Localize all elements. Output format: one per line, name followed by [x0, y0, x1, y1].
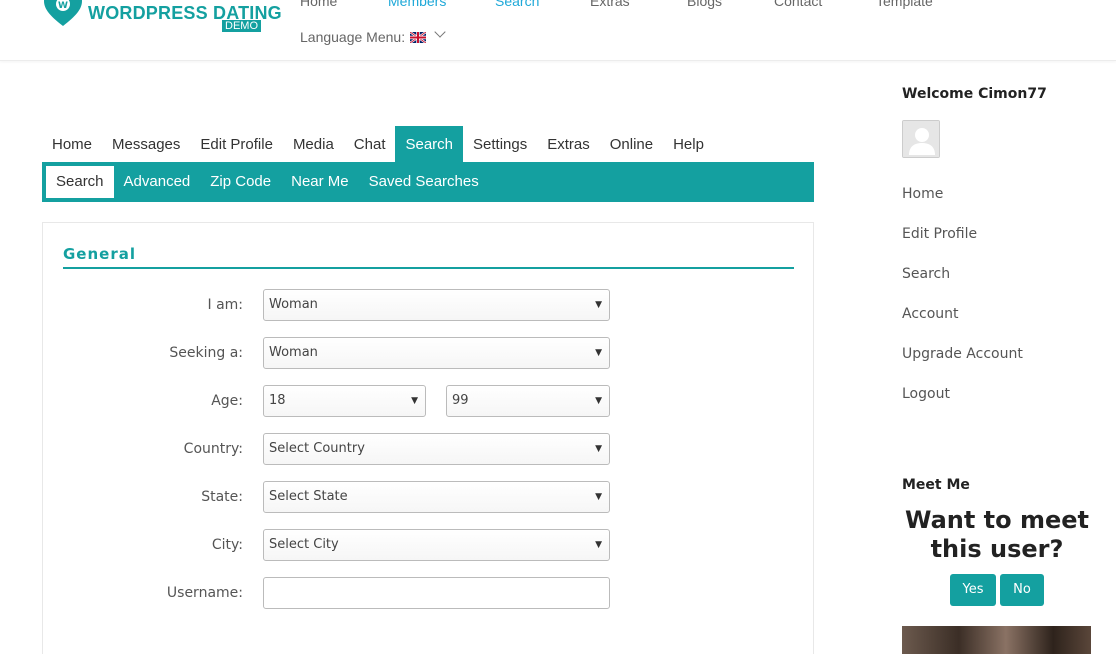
form-row-country: Country: Select Country ▼	[43, 433, 815, 465]
age-max-select[interactable]: 99 ▼	[446, 385, 610, 417]
state-select[interactable]: Select State ▼	[263, 481, 610, 513]
country-select[interactable]: Select Country ▼	[263, 433, 610, 465]
tab-online[interactable]: Online	[600, 126, 663, 162]
dropdown-arrow-icon: ▼	[595, 444, 602, 454]
form-row-seeking: Seeking a: Woman ▼	[43, 337, 815, 369]
yes-button[interactable]: Yes	[950, 574, 996, 606]
language-menu[interactable]: Language Menu:	[300, 26, 446, 45]
form-row-city: City: Select City ▼	[43, 529, 815, 561]
subtab-saved-searches[interactable]: Saved Searches	[359, 166, 489, 198]
username-label: Username:	[166, 585, 243, 601]
topnav-home[interactable]: Home	[300, 0, 337, 9]
sidebar-link-logout[interactable]: Logout	[902, 386, 950, 402]
uk-flag-icon	[410, 31, 427, 43]
sidebar-link-home[interactable]: Home	[902, 186, 943, 202]
tab-chat[interactable]: Chat	[344, 126, 396, 162]
topnav-blogs[interactable]: Blogs	[687, 0, 722, 9]
city-value: Select City	[269, 537, 339, 552]
tab-search[interactable]: Search	[395, 126, 464, 162]
tab-media[interactable]: Media	[283, 126, 344, 162]
form-row-i-am: I am: Woman ▼	[43, 289, 815, 321]
dropdown-arrow-icon: ▼	[411, 396, 418, 406]
no-button[interactable]: No	[1000, 574, 1044, 606]
dropdown-arrow-icon: ▼	[595, 396, 602, 406]
section-title: General	[63, 245, 136, 263]
topnav-extras[interactable]: Extras	[590, 0, 630, 9]
meet-me-question: Want to meet this user?	[904, 506, 1090, 563]
dropdown-arrow-icon: ▼	[595, 348, 602, 358]
username-input[interactable]	[263, 577, 610, 609]
tab-messages[interactable]: Messages	[102, 126, 190, 162]
seeking-value: Woman	[269, 345, 318, 360]
member-tabs: Home Messages Edit Profile Media Chat Se…	[42, 126, 714, 162]
tab-edit-profile[interactable]: Edit Profile	[190, 126, 283, 162]
state-value: Select State	[269, 489, 348, 504]
svg-text:W: W	[58, 1, 68, 11]
i-am-label: I am:	[207, 297, 243, 313]
seeking-label: Seeking a:	[169, 345, 243, 361]
i-am-value: Woman	[269, 297, 318, 312]
age-min-select[interactable]: 18 ▼	[263, 385, 426, 417]
tab-extras[interactable]: Extras	[537, 126, 600, 162]
dropdown-arrow-icon: ▼	[595, 492, 602, 502]
age-min-value: 18	[269, 393, 286, 408]
form-row-username: Username:	[43, 577, 815, 609]
country-label: Country:	[183, 441, 243, 457]
avatar[interactable]	[902, 120, 940, 158]
sidebar-link-edit-profile[interactable]: Edit Profile	[902, 226, 977, 242]
seeking-select[interactable]: Woman ▼	[263, 337, 610, 369]
sidebar-link-search[interactable]: Search	[902, 266, 950, 282]
logo-demo-badge: DEMO	[222, 20, 261, 32]
tab-help[interactable]: Help	[663, 126, 714, 162]
language-menu-label: Language Menu:	[300, 29, 406, 45]
user-avatar-icon	[903, 121, 939, 157]
form-row-state: State: Select State ▼	[43, 481, 815, 513]
sidebar-link-upgrade-account[interactable]: Upgrade Account	[902, 346, 1023, 362]
tab-settings[interactable]: Settings	[463, 126, 537, 162]
i-am-select[interactable]: Woman ▼	[263, 289, 610, 321]
subtab-near-me[interactable]: Near Me	[281, 166, 359, 198]
topnav-members[interactable]: Members	[388, 0, 446, 9]
country-value: Select Country	[269, 441, 365, 456]
welcome-heading: Welcome Cimon77	[902, 86, 1047, 102]
subtab-zip-code[interactable]: Zip Code	[200, 166, 281, 198]
search-subnav: Search Advanced Zip Code Near Me Saved S…	[42, 162, 814, 202]
topnav-template[interactable]: Template	[876, 0, 933, 9]
chevron-down-icon[interactable]	[434, 26, 446, 38]
dropdown-arrow-icon: ▼	[595, 540, 602, 550]
member-photo[interactable]	[902, 626, 1091, 654]
meet-me-title: Meet Me	[902, 477, 970, 493]
age-label: Age:	[211, 393, 243, 409]
site-header: W WORDPRESS DATING DEMO Home Members Sea…	[0, 0, 1116, 61]
dropdown-arrow-icon: ▼	[595, 300, 602, 310]
city-select[interactable]: Select City ▼	[263, 529, 610, 561]
search-form-panel: General I am: Woman ▼ Seeking a: Woman ▼…	[42, 222, 814, 654]
site-logo[interactable]: W WORDPRESS DATING DEMO	[44, 0, 282, 34]
city-label: City:	[211, 537, 243, 553]
topnav-search[interactable]: Search	[495, 0, 539, 9]
age-max-value: 99	[452, 393, 469, 408]
sidebar-link-account[interactable]: Account	[902, 306, 959, 322]
section-divider	[63, 267, 794, 269]
subtab-advanced[interactable]: Advanced	[114, 166, 201, 198]
tab-home[interactable]: Home	[42, 126, 102, 162]
topnav-contact[interactable]: Contact	[774, 0, 822, 9]
heart-logo-icon: W	[44, 0, 82, 26]
form-row-age: Age: 18 ▼ 99 ▼	[43, 385, 815, 417]
subtab-search[interactable]: Search	[46, 166, 114, 198]
state-label: State:	[201, 489, 243, 505]
